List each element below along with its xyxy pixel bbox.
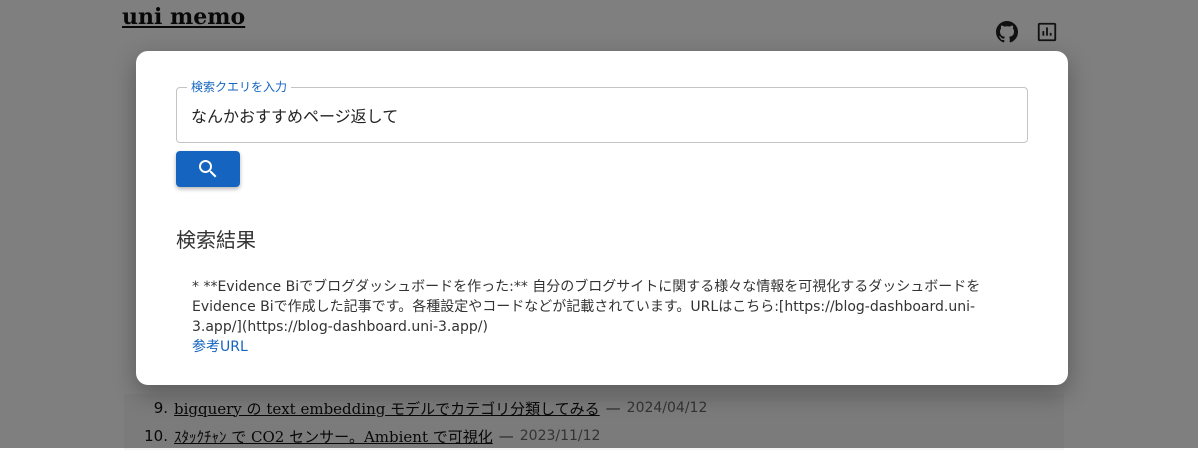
results-heading: 検索結果 [176,228,256,252]
search-modal: 検索クエリを入力 検索結果 * **Evidence Biでブログダッシュボード… [136,51,1068,385]
search-field: 検索クエリを入力 [176,80,1028,143]
results-body: * **Evidence Biでブログダッシュボードを作った:** 自分のブログ… [192,277,1012,357]
search-button[interactable] [176,151,240,187]
result-text: * **Evidence Biでブログダッシュボードを作った:** 自分のブログ… [192,279,981,335]
search-input[interactable] [177,88,1027,142]
search-field-label: 検索クエリを入力 [187,80,292,94]
reference-url-link[interactable]: 参考URL [192,339,248,355]
search-icon [196,157,220,181]
